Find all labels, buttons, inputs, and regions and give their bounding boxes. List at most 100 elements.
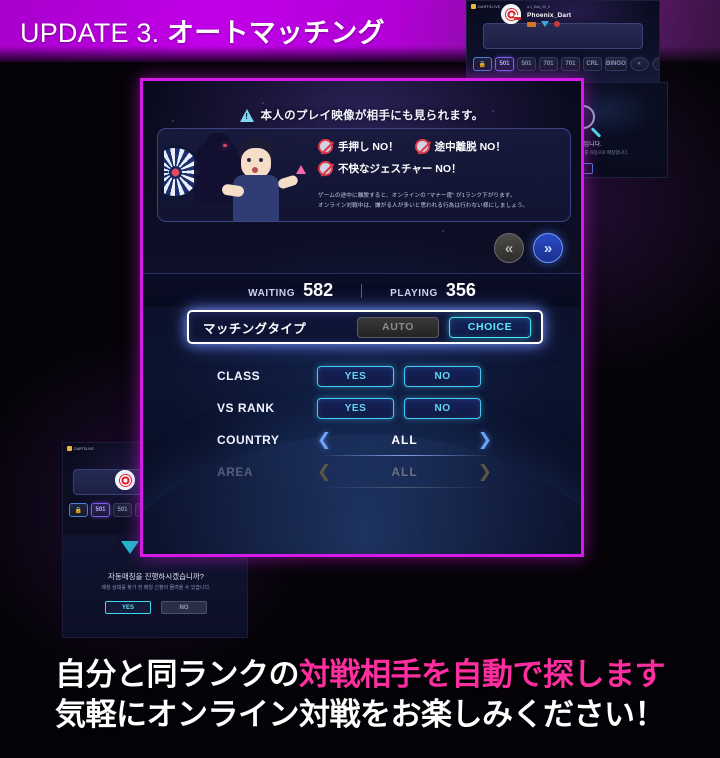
main-screenshot-frame: 本人のプレイ映像が相手にも見られます。 手押し NO！ (140, 78, 584, 557)
mode-button: 501 (517, 57, 536, 71)
inset-tr-brand: DARTSLIVE (471, 4, 501, 9)
playing-label: PLAYING (390, 288, 438, 299)
option-buttons: YES NO (317, 365, 481, 387)
inset-bl-dialog-question: 자동매칭을 진행하시겠습니까? (108, 572, 204, 581)
manner-rule-row: 手押し NO！ 途中離脱 NO！ (318, 139, 566, 154)
country-value: ALL (391, 433, 418, 447)
inset-tr-player-id: ● 1_Dart_00_X (527, 5, 550, 9)
warning-banner: 本人のプレイ映像が相手にも見られます。 (143, 107, 581, 123)
prev-page-button[interactable]: « (494, 233, 524, 263)
header-title-text: オートマッチング (167, 18, 385, 48)
status-bar: WAITING 582 PLAYING 356 (143, 273, 581, 307)
prohibition-icon (318, 139, 333, 154)
dartboard-avatar-icon (118, 473, 132, 487)
country-next-arrow-icon[interactable]: ❯ (478, 430, 492, 450)
class-yes-button[interactable]: YES (317, 365, 394, 387)
status-divider (361, 283, 363, 298)
manner-note-line: ゲームの途中に離脱すると、オンラインの "マナー度" が1ランク下がります。 (318, 193, 516, 199)
inset-bl-brand-label: DARTSLIVE (74, 446, 94, 451)
prohibition-icon (318, 161, 333, 176)
header-prefix: UPDATE 3. (20, 18, 160, 48)
manner-rule-label: 途中離脱 NO！ (434, 141, 506, 153)
option-label: VS RANK (217, 401, 275, 415)
waiting-value: 582 (303, 280, 334, 300)
list-item: 途中離脱 NO！ (414, 139, 506, 154)
page-nav-controls: « » (494, 233, 563, 263)
playing-counter: PLAYING 356 (390, 280, 476, 301)
manner-rules-list: 手押し NO！ 途中離脱 NO！ 不快なジェスチャー NO！ (318, 139, 566, 183)
option-label: COUNTRY (217, 433, 280, 447)
matching-type-auto-button[interactable]: AUTO (357, 316, 439, 338)
vsrank-no-button[interactable]: NO (404, 397, 481, 419)
lock-icon: 🔒 (69, 503, 88, 517)
area-prev-arrow-icon: ❮ (317, 462, 332, 481)
mode-button: BINGO (605, 57, 627, 71)
mode-button: CRL (583, 57, 602, 71)
avatar (501, 4, 521, 24)
country-prev-arrow-icon[interactable]: ❮ (317, 430, 331, 450)
mode-button: 701 (561, 57, 580, 71)
matching-options-list: CLASS YES NO VS RANK YES NO COUNTRY ❮ AL… (187, 360, 543, 488)
inset-bl-dialog-subtext: 매칭 상대를 찾기 전 매칭 신청이 몰려올 수 있습니다. (101, 585, 211, 591)
warning-text: 本人のプレイ映像が相手にも見られます。 (260, 110, 484, 122)
brand-dot-icon (471, 4, 476, 9)
manner-rule-label: 手押し NO！ (338, 141, 399, 153)
matching-type-options: AUTO CHOICE (357, 316, 531, 338)
inset-tr-player-name: Phoenix_Dart (527, 12, 572, 19)
option-row-vs-rank: VS RANK YES NO (187, 392, 543, 424)
area-next-arrow-icon: ❯ (477, 462, 492, 481)
option-buttons: YES NO (317, 397, 481, 419)
inset-tr-brand-label: DARTSLIVE (478, 4, 501, 9)
waiting-label: WAITING (248, 288, 296, 299)
mode-button: 701 (539, 57, 558, 71)
option-label: AREA (217, 465, 254, 479)
next-arrow-icon: » (651, 57, 659, 71)
area-underline (317, 487, 492, 488)
list-item: 手押し NO！ (318, 139, 399, 154)
area-selector: ❮ ALL ❯ (317, 462, 492, 488)
matching-type-choice-button[interactable]: CHOICE (449, 316, 531, 338)
inset-bl-dialog-buttons: YES NO (63, 601, 247, 614)
option-row-country: COUNTRY ❮ ALL ❯ (187, 424, 543, 456)
manner-rule-row: 不快なジェスチャー NO！ (318, 161, 566, 176)
brand-dot-icon (67, 446, 72, 451)
dialog-no-button: NO (161, 601, 207, 614)
manner-rule-label: 不快なジェスチャー NO！ (338, 163, 462, 175)
option-row-class: CLASS YES NO (187, 360, 543, 392)
caption-line-1: 自分と同ランクの対戦相手を自動で探します (0, 655, 720, 695)
class-no-button[interactable]: NO (404, 365, 481, 387)
waiting-counter: WAITING 582 (248, 280, 333, 301)
caption-line1-plain: 自分と同ランクの (55, 657, 300, 692)
mode-button: 501 (495, 57, 514, 71)
inset-tr-profile-card (483, 23, 643, 49)
manner-notes: ゲームの途中に離脱すると、オンラインの "マナー度" が1ランク下がります。 オ… (318, 191, 568, 212)
matching-type-label: マッチングタイプ (203, 321, 307, 336)
prohibition-icon (414, 139, 430, 154)
matching-type-row: マッチングタイプ AUTO CHOICE (187, 310, 543, 344)
bottom-caption: 自分と同ランクの対戦相手を自動で探します 気軽にオンライン対戦をお楽しみください… (0, 655, 720, 734)
mode-button: 501 (113, 503, 132, 517)
class-badge-icon (527, 21, 536, 27)
inset-tr-mode-bar: 🔒 501 501 701 701 CRL BINGO « » (473, 57, 659, 71)
rating-badge-icon (541, 21, 549, 27)
list-item: 不快なジェスチャー NO！ (318, 161, 462, 176)
warning-triangle-icon (240, 108, 255, 122)
inset-screenshot-top-right: DARTSLIVE ● 1_Dart_00_X Phoenix_Dart 🔒 5… (466, 0, 660, 84)
avatar (115, 470, 135, 490)
inset-tr-player-stats (527, 21, 560, 27)
manner-note-line: オンライン対戦中は、嫌がる人が多いと思われる行為は行わない様にしましょう。 (318, 203, 529, 210)
manner-panel: 手押し NO！ 途中離脱 NO！ 不快なジェスチャー NO！ ゲームの途中に離脱… (157, 128, 571, 222)
character-illustration (164, 133, 316, 221)
playing-value: 356 (445, 280, 476, 300)
mode-button: 501 (91, 503, 110, 517)
dialog-yes-button: YES (105, 601, 151, 614)
award-badge-icon (554, 21, 560, 27)
country-selector: ❮ ALL ❯ (317, 430, 492, 456)
promo-page: UPDATE 3. オートマッチング DARTSLIVE ● 1_Dart_00… (0, 0, 720, 758)
next-page-button[interactable]: » (533, 233, 563, 263)
inset-bl-brand: DARTSLIVE (67, 446, 94, 451)
vsrank-yes-button[interactable]: YES (317, 397, 394, 419)
country-flag-icon (514, 15, 521, 20)
option-row-area: AREA ❮ ALL ❯ (187, 456, 543, 488)
page-title: UPDATE 3. オートマッチング (20, 11, 385, 50)
